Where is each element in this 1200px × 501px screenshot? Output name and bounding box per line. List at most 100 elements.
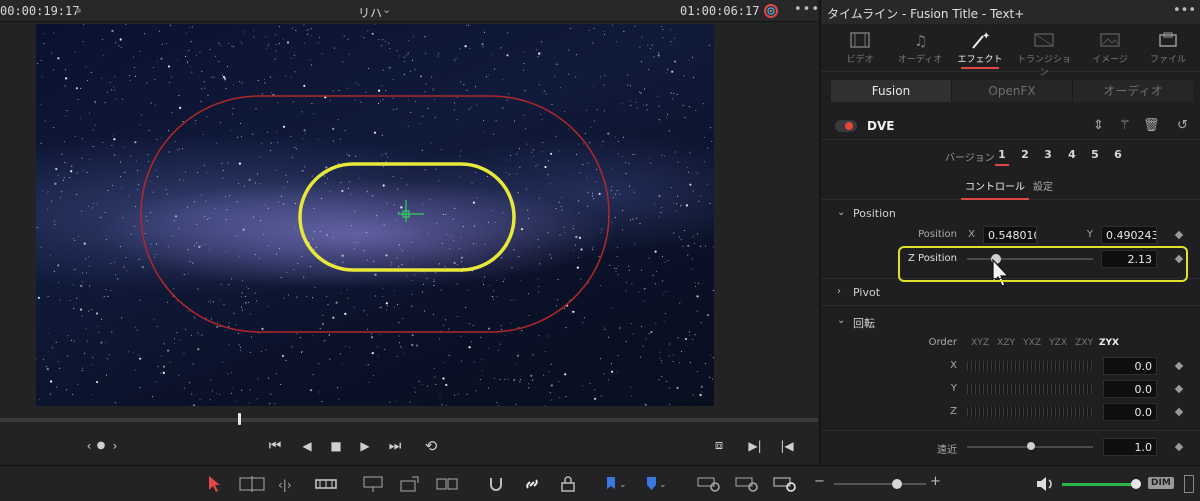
tab-image[interactable]: イメージ	[1079, 28, 1141, 70]
rotation-section-header[interactable]: ⌄ 回転	[821, 310, 1200, 336]
rotation-x-dial[interactable]	[967, 361, 1093, 371]
position-x-field[interactable]	[983, 226, 1037, 244]
version-2[interactable]: 2	[1018, 148, 1032, 161]
tab-transition[interactable]: トランジション	[1013, 28, 1075, 78]
more-options-icon[interactable]: •••	[794, 2, 820, 17]
perspective-field[interactable]	[1103, 438, 1157, 456]
timeline-timecode: 01:00:06:17	[680, 4, 760, 18]
video-icon	[850, 32, 870, 48]
rotation-y-field[interactable]	[1103, 380, 1157, 398]
play-icon[interactable]: ▶	[354, 437, 376, 455]
svg-text:⌄: ⌄	[619, 480, 627, 490]
rotation-z-field[interactable]	[1103, 403, 1157, 421]
effect-enable-toggle[interactable]	[835, 120, 857, 132]
order-yxz[interactable]: YXZ	[1019, 338, 1041, 348]
play-reverse-icon[interactable]: ◀	[296, 437, 318, 455]
order-zyx[interactable]: ZYX	[1097, 338, 1119, 348]
keyframe-diamond-icon[interactable]	[1174, 254, 1184, 264]
zoom-slider-knob[interactable]	[892, 479, 902, 489]
selection-arrow-icon[interactable]	[206, 475, 222, 493]
tab-video[interactable]: ビデオ	[829, 28, 891, 70]
next-clip-icon[interactable]: ▶|	[744, 437, 766, 455]
tab-settings[interactable]: 設定	[1033, 178, 1053, 193]
magic-wand-icon[interactable]: ⚚	[1119, 118, 1131, 133]
control-tabs: コントロール 設定	[821, 174, 1200, 200]
tab-audio[interactable]: ♫ オーディオ	[889, 28, 951, 70]
expand-panel-icon[interactable]	[1184, 475, 1194, 493]
zoom-full-icon[interactable]	[696, 475, 722, 493]
keyframe-diamond-icon[interactable]	[1174, 361, 1184, 371]
prev-clip-icon[interactable]: |◀	[776, 437, 798, 455]
marker-icon[interactable]: ⌄	[644, 475, 670, 493]
dynamic-trim-icon[interactable]: ‹|›	[276, 475, 304, 493]
go-to-start-icon[interactable]: ⏮	[264, 437, 286, 455]
zoom-slider-track[interactable]	[834, 483, 926, 485]
z-position-field[interactable]	[1101, 250, 1157, 268]
snapping-magnet-icon[interactable]	[486, 475, 506, 493]
effect-name: DVE	[867, 119, 895, 133]
tab-fusion[interactable]: Fusion	[831, 80, 952, 102]
svg-text:✦: ✦	[982, 31, 990, 42]
order-xzy[interactable]: XZY	[993, 338, 1015, 348]
keyframe-diamond-icon[interactable]	[1174, 384, 1184, 394]
more-options-icon[interactable]: •••	[1173, 3, 1196, 18]
svg-text:♫: ♫	[914, 32, 927, 50]
version-3[interactable]: 3	[1041, 148, 1055, 161]
trash-icon[interactable]: 🗑	[1143, 118, 1160, 133]
tab-controls[interactable]: コントロール	[961, 178, 1029, 200]
z-position-slider-track[interactable]	[967, 258, 1093, 260]
linked-selection-icon[interactable]	[522, 475, 542, 493]
overwrite-clip-icon[interactable]	[398, 475, 422, 493]
insert-clip-icon[interactable]	[360, 475, 386, 493]
zoom-custom-icon[interactable]	[772, 475, 798, 493]
lock-icon[interactable]	[558, 475, 578, 493]
replace-clip-icon[interactable]	[434, 475, 460, 493]
viewer-header: 00:00:19:17 リハ ⌄ 01:00:06:17 •••	[0, 0, 820, 22]
flag-icon[interactable]: ⌄	[604, 475, 630, 493]
tab-effects[interactable]: ✦ エフェクト	[949, 28, 1011, 70]
scrubber-bar[interactable]	[0, 418, 818, 422]
perspective-slider-knob[interactable]	[1027, 442, 1035, 450]
order-xyz[interactable]: XYZ	[967, 338, 989, 348]
dim-button[interactable]: DIM	[1148, 477, 1174, 489]
version-6[interactable]: 6	[1111, 148, 1125, 161]
stop-icon[interactable]: ■	[325, 437, 347, 455]
expand-collapse-icon[interactable]: ⇕	[1093, 118, 1104, 133]
version-4[interactable]: 4	[1065, 148, 1079, 161]
keyframe-diamond-icon[interactable]	[1174, 442, 1184, 452]
volume-slider-knob[interactable]	[1131, 479, 1141, 489]
blade-icon[interactable]	[314, 475, 338, 493]
video-frame[interactable]	[36, 24, 714, 406]
color-wheel-icon[interactable]	[762, 2, 780, 20]
chevron-down-icon[interactable]: ⌄	[382, 3, 391, 16]
tab-openfx[interactable]: OpenFX	[952, 80, 1073, 102]
order-zxy[interactable]: ZXY	[1071, 338, 1093, 348]
rotation-x-field[interactable]	[1103, 357, 1157, 375]
zoom-in-icon[interactable]: +	[930, 474, 941, 492]
pivot-section-header[interactable]: › Pivot	[821, 281, 1200, 307]
keyframe-diamond-icon[interactable]	[1174, 230, 1184, 240]
zoom-out-icon[interactable]: −	[814, 474, 825, 492]
rotation-y-dial[interactable]	[967, 384, 1093, 394]
next-frame-small-icon[interactable]: ›	[104, 437, 126, 455]
speaker-icon[interactable]	[1034, 475, 1056, 493]
position-y-field[interactable]	[1101, 226, 1157, 244]
version-5[interactable]: 5	[1088, 148, 1102, 161]
trim-edit-icon[interactable]	[238, 475, 266, 493]
match-frame-icon[interactable]: ⧈	[708, 437, 730, 455]
clip-name[interactable]: リハ	[358, 4, 382, 21]
zoom-detail-icon[interactable]	[734, 475, 760, 493]
playhead[interactable]	[238, 413, 241, 425]
go-to-end-icon[interactable]: ⏭	[384, 437, 406, 455]
loop-icon[interactable]: ⟲	[420, 437, 442, 455]
reset-icon[interactable]: ↺	[1177, 118, 1188, 133]
position-section-header[interactable]: ⌄ Position	[821, 202, 1200, 228]
tab-audio-fx[interactable]: オーディオ	[1073, 80, 1193, 102]
volume-slider-fill[interactable]	[1062, 483, 1134, 486]
tab-file[interactable]: ファイル	[1137, 28, 1199, 70]
version-1[interactable]: 1	[995, 148, 1009, 166]
keyframe-diamond-icon[interactable]	[1174, 407, 1184, 417]
rotation-z-dial[interactable]	[967, 407, 1093, 417]
order-yzx[interactable]: YZX	[1045, 338, 1067, 348]
order-label: Order	[928, 337, 957, 348]
